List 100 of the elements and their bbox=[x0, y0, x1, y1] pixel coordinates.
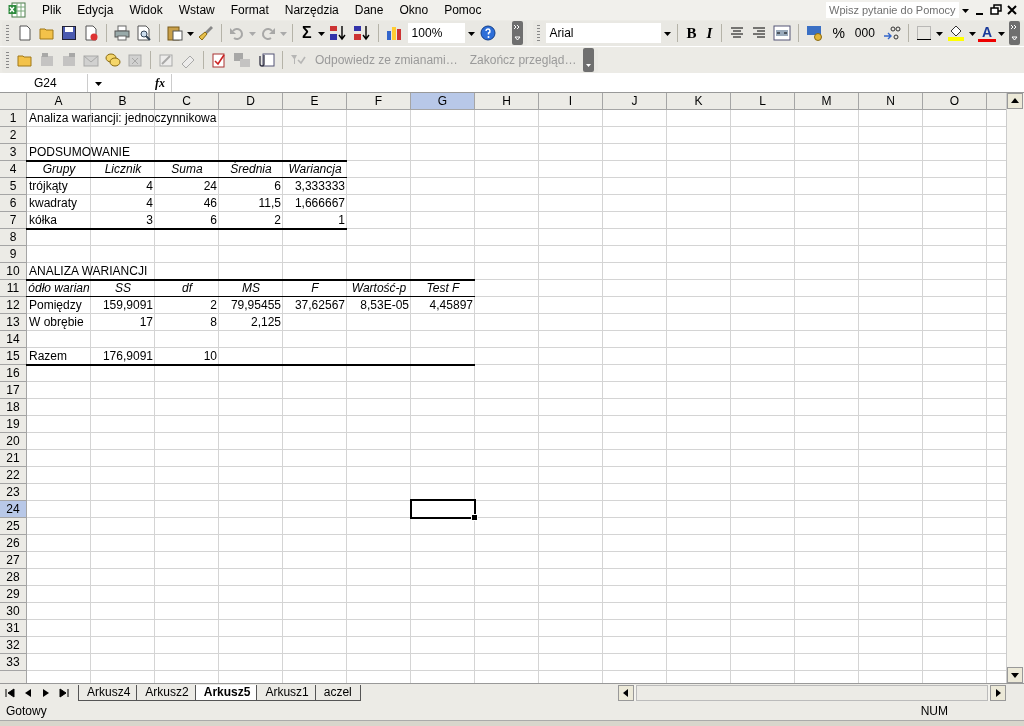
comments-icon[interactable] bbox=[105, 52, 121, 68]
toolbar-options-icon[interactable] bbox=[511, 21, 523, 45]
increase-decimal-icon[interactable] bbox=[882, 25, 901, 41]
row-header[interactable]: 26 bbox=[0, 535, 27, 552]
column-header[interactable]: B bbox=[91, 93, 155, 110]
column-header[interactable]: C bbox=[155, 93, 219, 110]
scroll-up-icon[interactable] bbox=[1007, 93, 1023, 109]
horizontal-scrollbar[interactable] bbox=[618, 684, 1006, 701]
menu-item[interactable]: Plik bbox=[34, 3, 70, 17]
row-header[interactable]: 21 bbox=[0, 450, 27, 467]
zoom-dropdown[interactable]: 100% bbox=[407, 23, 465, 43]
column-header[interactable]: D bbox=[219, 93, 283, 110]
name-box[interactable]: G24 bbox=[0, 74, 88, 92]
column-header[interactable]: K bbox=[667, 93, 731, 110]
row-header[interactable]: 25 bbox=[0, 518, 27, 535]
toolbar-options-icon[interactable] bbox=[1009, 21, 1020, 45]
row-header[interactable]: 3 bbox=[0, 144, 27, 161]
column-header[interactable]: E bbox=[283, 93, 347, 110]
menu-item[interactable]: Edycja bbox=[69, 3, 122, 17]
row-header[interactable]: 11 bbox=[0, 280, 27, 297]
menu-item[interactable]: Narzędzia bbox=[276, 3, 347, 17]
row-header[interactable]: 28 bbox=[0, 569, 27, 586]
last-sheet-icon[interactable] bbox=[58, 686, 70, 699]
align-center-icon[interactable] bbox=[729, 25, 746, 41]
clipboard-icon[interactable] bbox=[167, 25, 183, 41]
document-permission-icon[interactable] bbox=[83, 25, 99, 41]
row-header[interactable]: 12 bbox=[0, 297, 27, 314]
row-header[interactable]: 7 bbox=[0, 212, 27, 229]
sort-ascending-icon[interactable] bbox=[328, 25, 347, 41]
track-changes-icon[interactable] bbox=[211, 52, 227, 68]
row-header[interactable]: 6 bbox=[0, 195, 27, 212]
bar-chart-icon[interactable] bbox=[385, 25, 404, 41]
column-header[interactable]: N bbox=[859, 93, 923, 110]
menu-item[interactable]: Format bbox=[222, 3, 277, 17]
bold-button[interactable]: B bbox=[682, 24, 701, 42]
menu-item[interactable]: Widok bbox=[121, 3, 171, 17]
row-header[interactable]: 13 bbox=[0, 314, 27, 331]
row-header[interactable]: 31 bbox=[0, 620, 27, 637]
paintbrush-icon[interactable] bbox=[198, 25, 214, 41]
column-header[interactable]: I bbox=[539, 93, 603, 110]
row-header[interactable]: 16 bbox=[0, 365, 27, 382]
row-header[interactable]: 19 bbox=[0, 416, 27, 433]
scroll-left-icon[interactable] bbox=[618, 684, 634, 701]
comma-style-button[interactable]: 000 bbox=[850, 24, 879, 42]
row-header[interactable]: 8 bbox=[0, 229, 27, 246]
print-preview-icon[interactable] bbox=[136, 25, 152, 41]
row-header[interactable]: 33 bbox=[0, 654, 27, 671]
font-dropdown[interactable]: Arial bbox=[545, 23, 661, 43]
column-header[interactable]: H bbox=[475, 93, 539, 110]
column-header[interactable]: M bbox=[795, 93, 859, 110]
menu-item[interactable]: Okno bbox=[391, 3, 437, 17]
row-header[interactable]: 24 bbox=[0, 501, 27, 518]
scroll-right-icon[interactable] bbox=[990, 684, 1006, 701]
close-icon[interactable] bbox=[1006, 3, 1018, 17]
vertical-scrollbar[interactable] bbox=[1006, 93, 1024, 683]
first-sheet-icon[interactable] bbox=[4, 686, 16, 699]
attachment-icon[interactable] bbox=[257, 52, 275, 68]
insert-function-button[interactable]: fx bbox=[149, 75, 171, 91]
font-color-button[interactable]: A bbox=[977, 24, 996, 42]
sheet-tab[interactable]: aczel bbox=[314, 684, 361, 701]
row-header[interactable]: 17 bbox=[0, 382, 27, 399]
new-document-icon[interactable] bbox=[17, 25, 33, 41]
percent-style-button[interactable]: % bbox=[828, 24, 849, 42]
row-header[interactable]: 5 bbox=[0, 178, 27, 195]
row-header[interactable]: 27 bbox=[0, 552, 27, 569]
row-header[interactable]: 15 bbox=[0, 348, 27, 365]
spreadsheet-app-icon[interactable] bbox=[8, 2, 26, 18]
sheet-tab[interactable]: Arkusz2 bbox=[136, 684, 198, 701]
column-header[interactable]: G bbox=[411, 93, 475, 110]
row-header[interactable]: 22 bbox=[0, 467, 27, 484]
borders-icon[interactable] bbox=[915, 25, 932, 41]
row-header[interactable]: 10 bbox=[0, 263, 27, 280]
sheet-tab[interactable]: Arkusz1 bbox=[256, 684, 318, 701]
menu-item[interactable]: Pomoc bbox=[436, 3, 490, 17]
row-header[interactable]: 1 bbox=[0, 110, 27, 127]
column-header[interactable]: F bbox=[347, 93, 411, 110]
row-header[interactable]: 20 bbox=[0, 433, 27, 450]
row-header[interactable]: 30 bbox=[0, 603, 27, 620]
help-question-field[interactable]: Wpisz pytanie do Pomocy bbox=[826, 2, 959, 18]
column-header[interactable]: J bbox=[603, 93, 667, 110]
fill-color-icon[interactable] bbox=[946, 25, 965, 41]
currency-icon[interactable] bbox=[806, 25, 825, 41]
sort-descending-icon[interactable] bbox=[352, 25, 371, 41]
row-header[interactable]: 29 bbox=[0, 586, 27, 603]
autosum-button[interactable]: Σ bbox=[298, 24, 316, 42]
align-right-icon[interactable] bbox=[751, 25, 768, 41]
row-header[interactable]: 32 bbox=[0, 637, 27, 654]
row-header[interactable]: 4 bbox=[0, 161, 27, 178]
row-header[interactable]: 23 bbox=[0, 484, 27, 501]
column-header[interactable]: A bbox=[27, 93, 91, 110]
restore-icon[interactable] bbox=[990, 3, 1002, 17]
printer-icon[interactable] bbox=[114, 25, 130, 41]
row-header[interactable]: 18 bbox=[0, 399, 27, 416]
column-header[interactable]: O bbox=[923, 93, 987, 110]
row-header[interactable]: 14 bbox=[0, 331, 27, 348]
help-icon[interactable] bbox=[479, 25, 496, 41]
merge-center-icon[interactable] bbox=[773, 25, 792, 41]
menu-item[interactable]: Wstaw bbox=[170, 3, 223, 17]
italic-button[interactable]: I bbox=[702, 24, 717, 42]
menu-item[interactable]: Dane bbox=[346, 3, 392, 17]
